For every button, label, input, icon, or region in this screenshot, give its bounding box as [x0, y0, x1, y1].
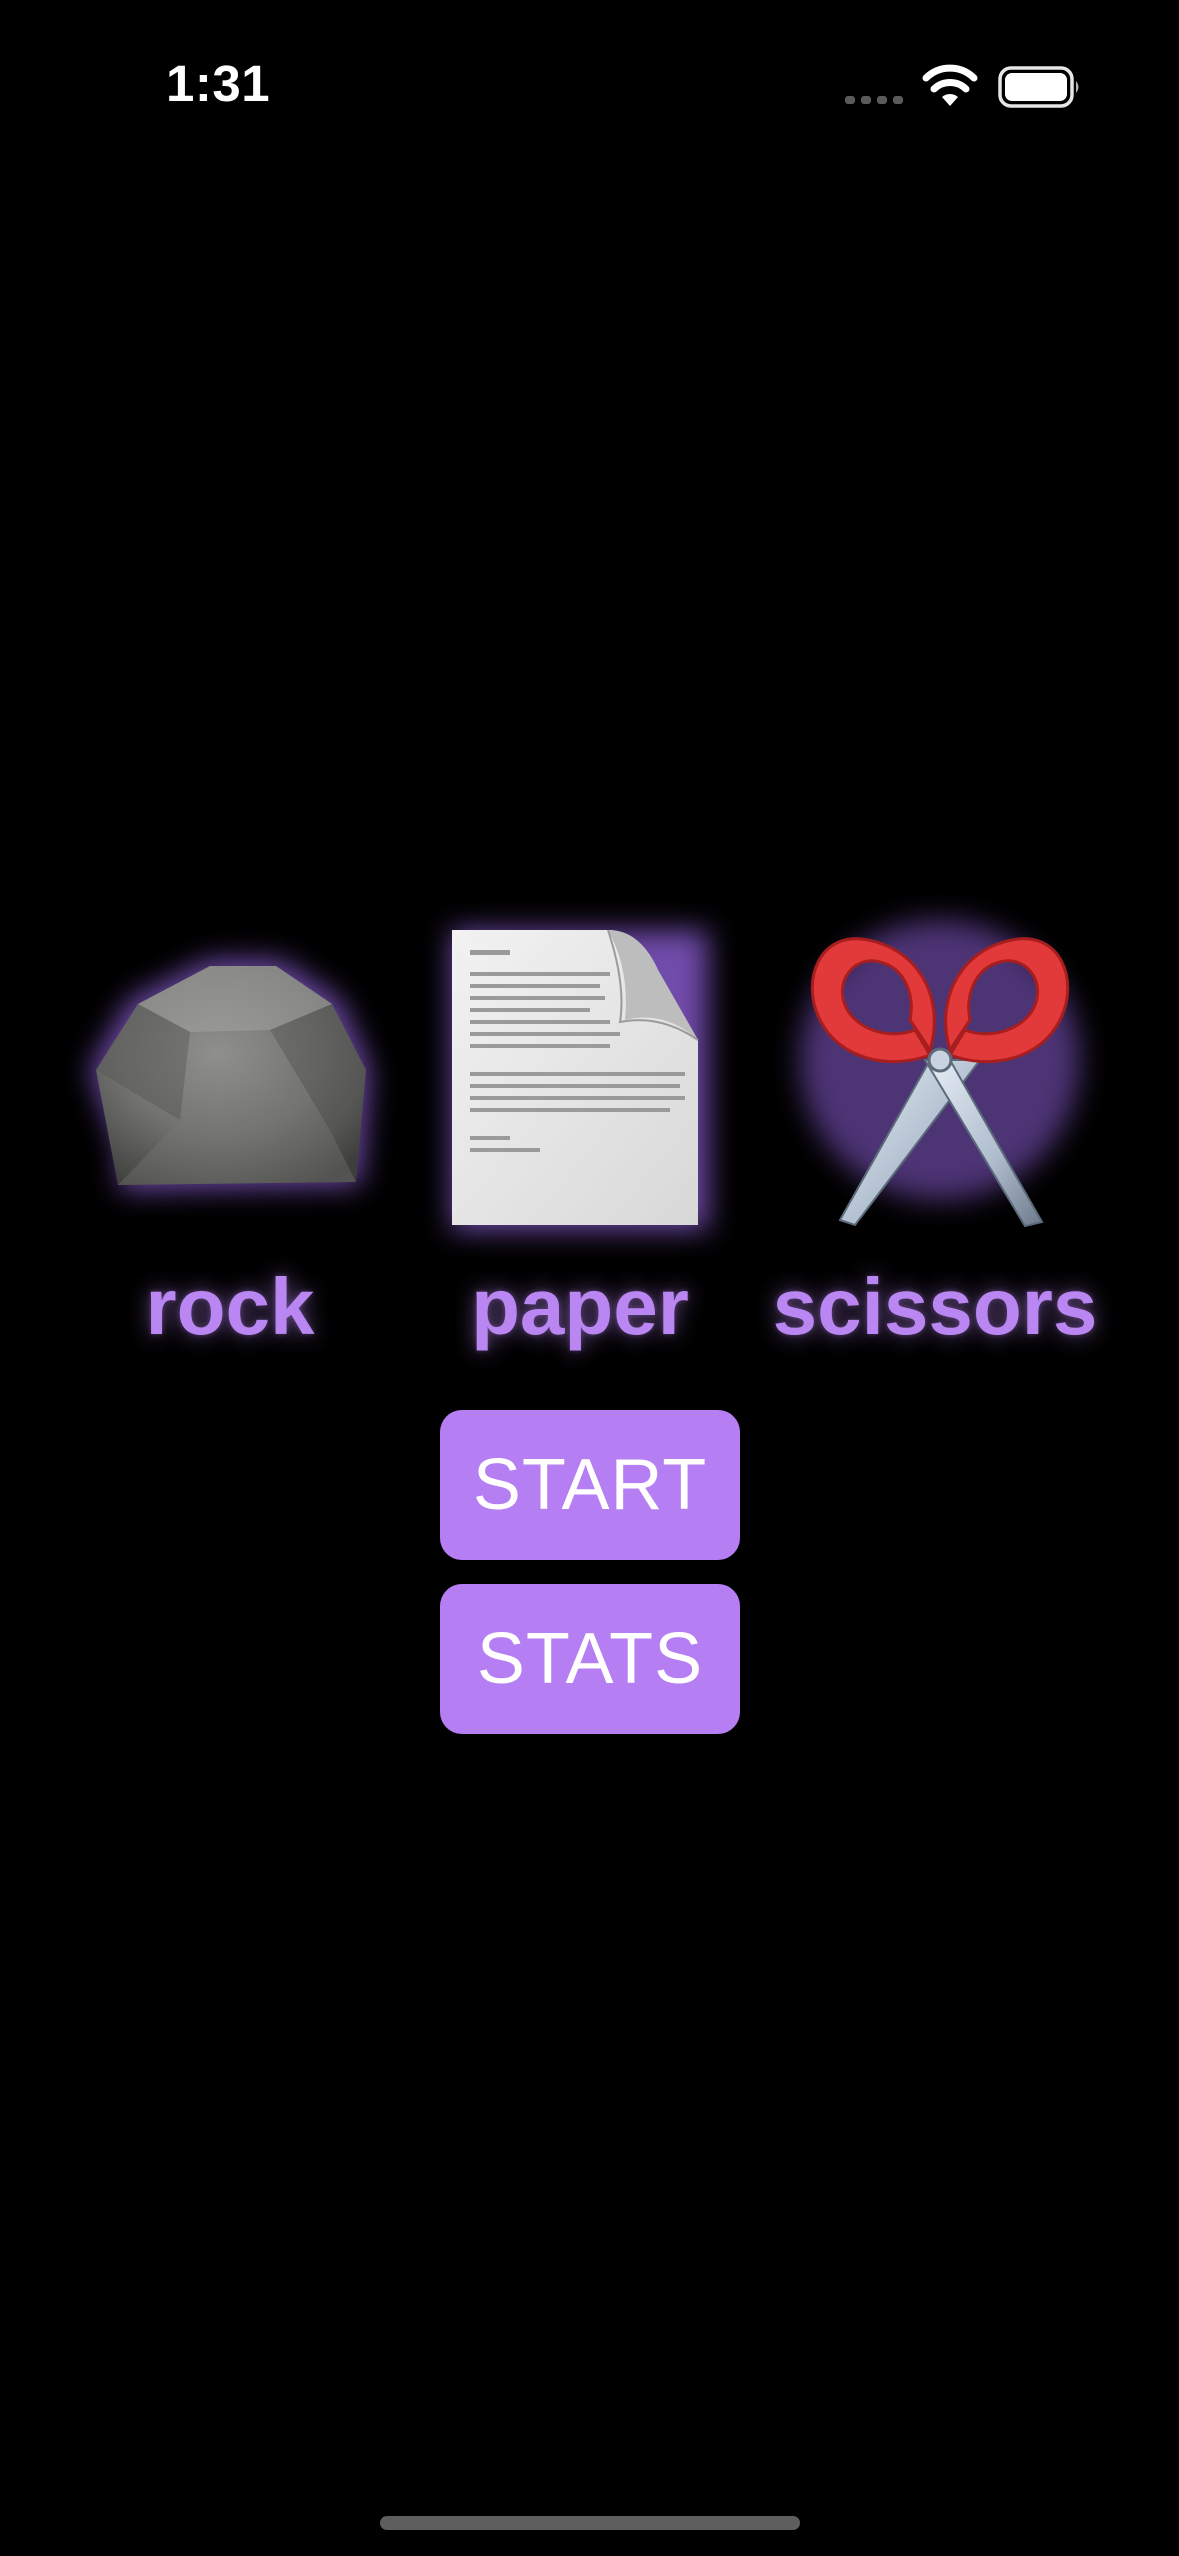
battery-icon — [998, 66, 1079, 108]
wifi-icon — [922, 64, 978, 106]
rock-icon — [90, 960, 370, 1190]
paper-option[interactable] — [430, 910, 730, 1240]
scissors-option[interactable] — [780, 910, 1100, 1240]
scissors-icon — [800, 920, 1080, 1228]
rock-label: rock — [145, 1262, 315, 1351]
start-button[interactable]: START — [440, 1410, 740, 1560]
cellular-dots-icon — [845, 96, 903, 104]
status-time: 1:31 — [166, 55, 271, 112]
stats-button[interactable]: STATS — [440, 1584, 740, 1734]
home-indicator[interactable] — [380, 2516, 800, 2530]
game-screen: 1:31 rock paper scissors START STATS — [0, 0, 1179, 2556]
rock-option[interactable] — [70, 920, 390, 1220]
paper-label: paper — [471, 1262, 689, 1351]
scissors-label: scissors — [772, 1262, 1098, 1351]
paper-document-icon — [452, 929, 708, 1230]
